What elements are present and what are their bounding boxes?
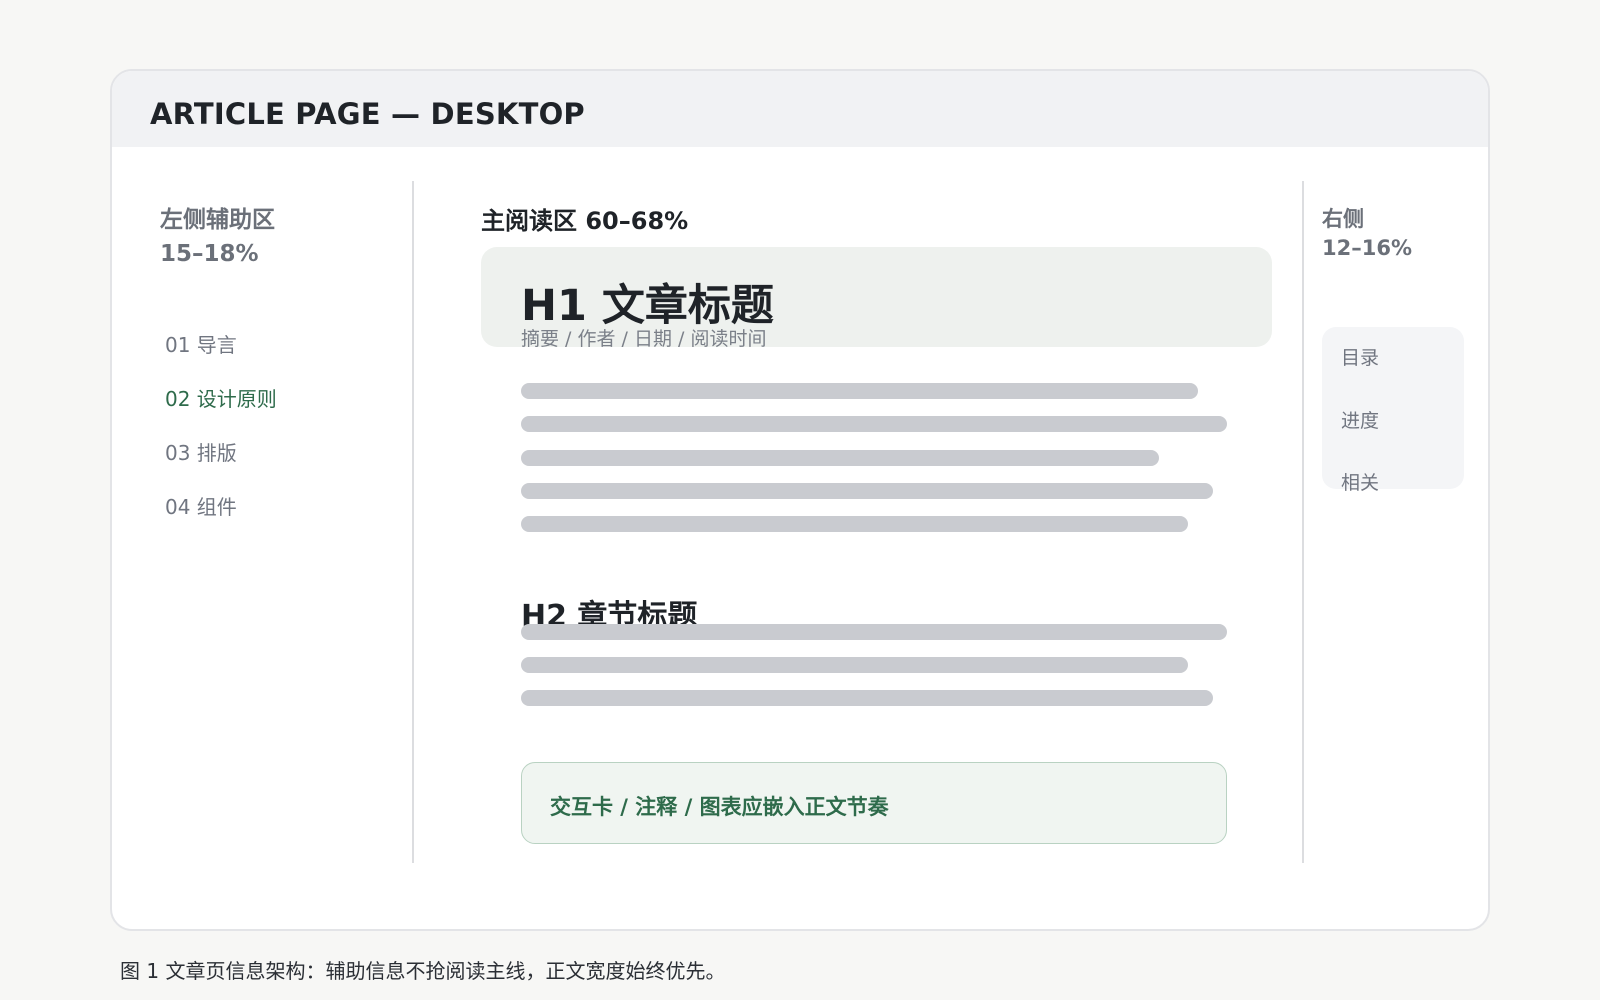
left-area-title: 左侧辅助区 [160, 207, 275, 233]
frame-header: ARTICLE PAGE — DESKTOP [112, 71, 1488, 147]
callout-text: 交互卡 / 注释 / 图表应嵌入正文节奏 [550, 795, 889, 819]
nav-item-typography[interactable]: 03 排版 [165, 437, 277, 491]
figure-caption: 图 1 文章页信息架构：辅助信息不抢阅读主线，正文宽度始终优先。 [120, 959, 726, 983]
main-area-label: 主阅读区 60–68% [481, 207, 689, 235]
article-page-frame: ARTICLE PAGE — DESKTOP 左侧辅助区 15–18% 01 导… [110, 69, 1490, 931]
body-text-placeholder-line [521, 483, 1213, 499]
right-area-width: 12–16% [1322, 236, 1412, 260]
frame-title: ARTICLE PAGE — DESKTOP [150, 97, 585, 131]
body-text-placeholder-line [521, 383, 1198, 399]
nav-item-design-principles[interactable]: 02 设计原则 [165, 383, 277, 437]
body-text-placeholder-line [521, 450, 1159, 466]
right-area-label: 右侧 12–16% [1322, 205, 1412, 263]
right-area-title: 右侧 [1322, 207, 1364, 231]
inline-interactive-card: 交互卡 / 注释 / 图表应嵌入正文节奏 [521, 762, 1227, 844]
left-area-label: 左侧辅助区 15–18% [160, 203, 275, 271]
body-text-placeholder-line [521, 657, 1188, 673]
right-item-related[interactable]: 相关 [1341, 468, 1379, 495]
body-text-placeholder-line [521, 624, 1227, 640]
body-text-placeholder-line [521, 690, 1213, 706]
article-meta: 摘要 / 作者 / 日期 / 阅读时间 [521, 328, 767, 350]
left-section-nav: 01 导言 02 设计原则 03 排版 04 组件 [165, 329, 277, 545]
right-column-divider [1302, 181, 1304, 863]
left-area-width: 15–18% [160, 241, 259, 267]
body-text-placeholder-line [521, 516, 1188, 532]
right-item-toc[interactable]: 目录 [1341, 343, 1379, 370]
left-column-divider [412, 181, 414, 863]
right-item-progress[interactable]: 进度 [1341, 406, 1379, 433]
body-text-placeholder-line [521, 416, 1227, 432]
nav-item-intro[interactable]: 01 导言 [165, 329, 277, 383]
nav-item-components[interactable]: 04 组件 [165, 491, 277, 545]
